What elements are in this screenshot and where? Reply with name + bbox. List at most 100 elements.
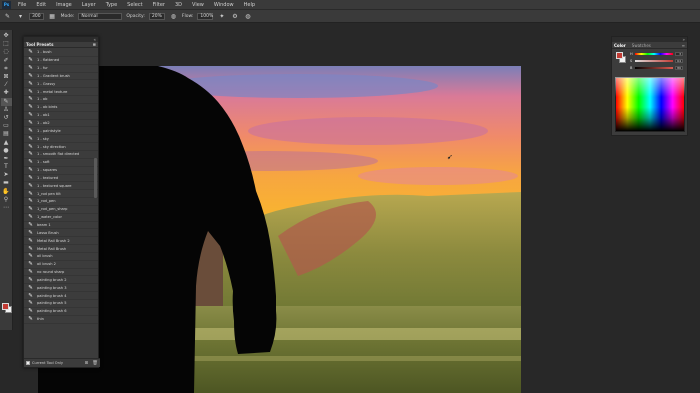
menu-3d[interactable]: 3D	[170, 2, 187, 8]
healing-brush-tool-icon[interactable]: ✚	[1, 89, 12, 97]
scrollbar-thumb[interactable]	[94, 158, 97, 198]
menu-image[interactable]: Image	[51, 2, 77, 8]
preset-item[interactable]: ✎ 1 - Gradient brush	[24, 73, 98, 81]
preset-item[interactable]: ✎ 1 - ob1	[24, 112, 98, 120]
airbrush-icon[interactable]: ✦	[217, 12, 226, 21]
preset-item[interactable]: ✎ 1 - squares	[24, 167, 98, 175]
clone-stamp-tool-icon[interactable]: ♙	[1, 106, 12, 114]
tab-swatches[interactable]: Swatches	[632, 43, 651, 48]
eraser-tool-icon[interactable]: ▭	[1, 122, 12, 130]
chevron-down-icon[interactable]: ▾	[16, 12, 25, 21]
menu-type[interactable]: Type	[101, 2, 122, 8]
crop-tool-icon[interactable]: ⌗	[1, 65, 12, 73]
menu-file[interactable]: File	[13, 2, 31, 8]
current-tool-only-checkbox[interactable]	[26, 361, 30, 365]
saturation-track[interactable]	[635, 60, 673, 62]
preset-item[interactable]: ✎ 1 - fur	[24, 65, 98, 73]
menu-layer[interactable]: Layer	[77, 2, 101, 8]
marquee-tool-icon[interactable]: ⬚	[1, 40, 12, 48]
pressure-opacity-icon[interactable]: ◍	[169, 12, 178, 21]
preset-item[interactable]: ✎ 1 - sky	[24, 135, 98, 144]
quick-select-tool-icon[interactable]: ✐	[1, 57, 12, 65]
hue-value[interactable]: 3	[675, 52, 683, 56]
pen-tool-icon[interactable]: ✒	[1, 155, 12, 163]
panel-menu-icon[interactable]: ≡	[682, 43, 685, 48]
preset-item[interactable]: ✎ no round sharp	[24, 269, 98, 277]
history-brush-tool-icon[interactable]: ↺	[1, 114, 12, 122]
preset-item[interactable]: ✎ beam 1	[24, 222, 98, 230]
flow-field[interactable]: 100%	[197, 12, 214, 20]
preset-item[interactable]: ✎ 1 - textured	[24, 175, 98, 183]
preset-item[interactable]: ✎ painting brush 6	[24, 308, 98, 316]
preset-item[interactable]: ✎ 1_rod_pen_sharp	[24, 206, 98, 214]
preset-item[interactable]: ✎ 1 - flattened	[24, 57, 98, 65]
menu-view[interactable]: View	[187, 2, 209, 8]
preset-item[interactable]: ✎ 1_rod pen tilt	[24, 190, 98, 199]
document-canvas[interactable]	[38, 66, 521, 393]
menu-select[interactable]: Select	[122, 2, 147, 8]
preset-item[interactable]: ✎ 1_rod_pen	[24, 198, 98, 206]
shape-tool-icon[interactable]: ▬	[1, 179, 12, 187]
brush-tool-preset-icon[interactable]: ✎	[3, 12, 12, 21]
tab-color[interactable]: Color	[614, 43, 626, 48]
preset-item[interactable]: ✎ 1 - ob	[24, 96, 98, 104]
preset-item[interactable]: ✎ Metal Rail Brush	[24, 245, 98, 253]
move-tool-icon[interactable]: ✥	[1, 32, 12, 40]
lasso-tool-icon[interactable]: ◌	[1, 48, 12, 56]
preset-item[interactable]: ✎ 1 - soft	[24, 159, 98, 167]
preset-item[interactable]: ✎ 1 - metal texture	[24, 88, 98, 97]
blur-tool-icon[interactable]: ▲	[1, 138, 12, 146]
brush-size-picker[interactable]: 300	[29, 12, 44, 20]
brightness-value[interactable]: 86	[675, 66, 683, 70]
foreground-color-chip[interactable]	[616, 52, 623, 59]
brush-tool-icon[interactable]: ✎	[0, 97, 12, 106]
preset-item[interactable]: ✎ painting brush 5	[24, 300, 98, 308]
menu-filter[interactable]: Filter	[148, 2, 170, 8]
mode-select[interactable]: Normal	[78, 12, 123, 20]
menu-help[interactable]: Help	[239, 2, 260, 8]
preset-item[interactable]: ✎ 1 - bush	[24, 49, 98, 57]
preset-item[interactable]: ✎ 1 - ob birds	[24, 104, 98, 112]
more-tools-icon[interactable]: ⋯	[1, 204, 12, 212]
preset-item[interactable]: ✎ 1_water_color	[24, 214, 98, 222]
frame-tool-icon[interactable]: ⊠	[1, 73, 12, 81]
preset-item[interactable]: ✎ oil brush 2	[24, 261, 98, 269]
preset-item[interactable]: ✎ 1 - textured square	[24, 182, 98, 191]
preset-item[interactable]: ✎ Metal Rail Brush 2	[24, 237, 98, 246]
new-preset-icon[interactable]: ⊞	[85, 361, 89, 366]
preset-item[interactable]: ✎ 1 - sky direction	[24, 143, 98, 151]
preset-item[interactable]: ✎ painting brush 3	[24, 284, 98, 293]
preset-item[interactable]: ✎ 1 - paintstyle	[24, 127, 98, 136]
brightness-track[interactable]	[635, 67, 673, 69]
preset-item[interactable]: ✎ painting brush 2	[24, 276, 98, 285]
smoothing-icon[interactable]: ⚙	[230, 12, 239, 21]
brightness-slider[interactable]: B 86	[630, 66, 685, 70]
pressure-size-icon[interactable]: ◍	[243, 12, 252, 21]
dodge-tool-icon[interactable]: ●	[1, 147, 12, 155]
collapse-icon[interactable]: »	[683, 37, 685, 42]
type-tool-icon[interactable]: T	[1, 163, 12, 171]
preset-item[interactable]: ✎ thin	[24, 316, 98, 324]
menu-edit[interactable]: Edit	[31, 2, 51, 8]
preset-item[interactable]: ✎ oil brush	[24, 253, 98, 261]
preset-item[interactable]: ✎ 1 - smooth flat directed	[24, 151, 98, 159]
menu-window[interactable]: Window	[209, 2, 239, 8]
gradient-tool-icon[interactable]: ▤	[1, 130, 12, 138]
brush-settings-icon[interactable]: ▦	[48, 12, 57, 21]
eyedropper-tool-icon[interactable]: ⁄	[1, 81, 12, 89]
preset-item[interactable]: ✎ painting brush 4	[24, 292, 98, 300]
delete-preset-icon[interactable]: 🗑	[92, 361, 98, 366]
saturation-value[interactable]: 64	[675, 59, 683, 63]
foreground-color-swatch[interactable]	[2, 303, 9, 310]
hand-tool-icon[interactable]: ✋	[1, 188, 12, 196]
preset-item[interactable]: ✎ 1 - Grassy	[24, 80, 98, 89]
preset-item[interactable]: ✎ Lasso Brush	[24, 229, 98, 238]
opacity-field[interactable]: 20%	[148, 12, 165, 20]
panel-menu-icon[interactable]: ≡	[93, 42, 96, 47]
hue-track[interactable]	[635, 53, 673, 55]
saturation-slider[interactable]: S 64	[630, 59, 685, 63]
zoom-tool-icon[interactable]: ⚲	[1, 196, 12, 204]
path-select-tool-icon[interactable]: ➤	[1, 171, 12, 179]
hue-slider[interactable]: H 3	[630, 52, 685, 56]
preset-item[interactable]: ✎ 1 - ob2	[24, 120, 98, 128]
